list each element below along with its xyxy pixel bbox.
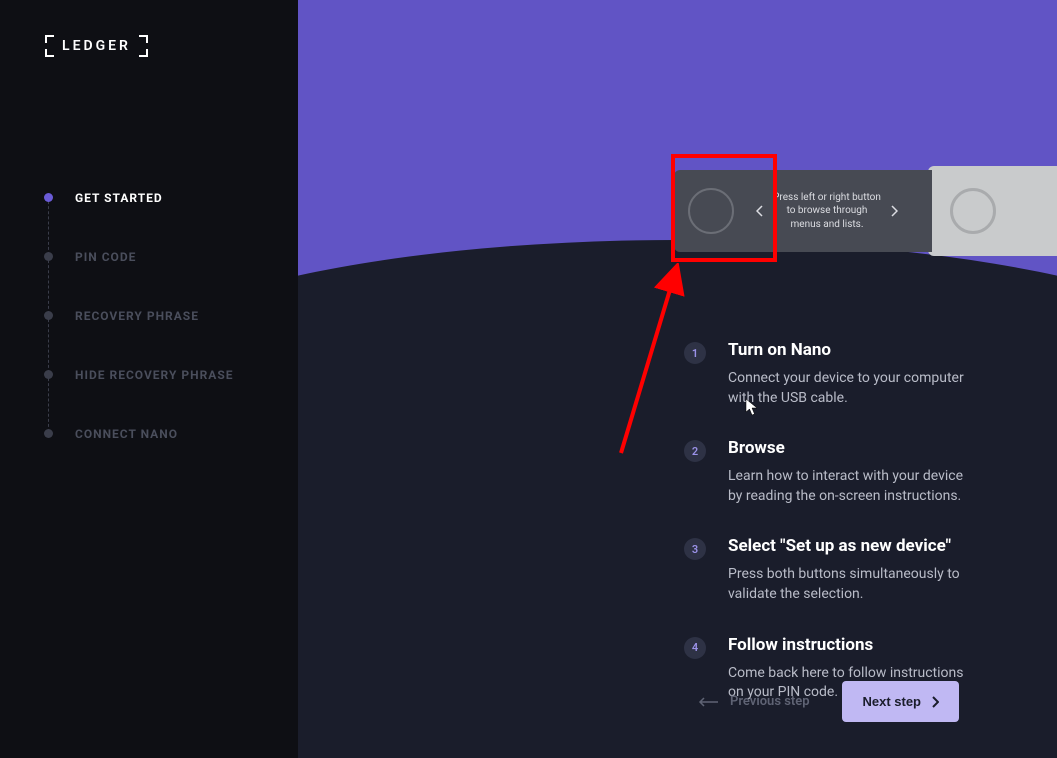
sidebar-item-pin-code[interactable]: PIN CODE [44,227,298,286]
step-number-badge: 1 [684,342,706,364]
step-label: GET STARTED [75,191,163,205]
step-number-badge: 4 [684,637,706,659]
step-content: Select "Set up as new device" Press both… [728,536,977,604]
step-dot-icon [44,370,53,379]
nav-steps: GET STARTED PIN CODE RECOVERY PHRASE HID… [44,168,298,463]
device-body-dark: Press left or right button to browse thr… [674,170,932,252]
footer-nav: Previous step Next step [698,681,959,722]
device-screen-text: Press left or right button to browse thr… [772,191,882,232]
step-content: Browse Learn how to interact with your d… [728,438,977,506]
sidebar-item-connect-nano[interactable]: CONNECT NANO [44,404,298,463]
sidebar-item-get-started[interactable]: GET STARTED [44,168,298,227]
step-label: HIDE RECOVERY PHRASE [75,368,233,382]
sidebar-item-recovery-phrase[interactable]: RECOVERY PHRASE [44,286,298,345]
next-step-button[interactable]: Next step [842,681,959,722]
sidebar: LEDGER GET STARTED PIN CODE RECOVERY PHR… [0,0,298,758]
previous-step-button[interactable]: Previous step [698,694,810,709]
step-title: Turn on Nano [728,340,977,360]
instruction-step: 3 Select "Set up as new device" Press bo… [684,536,977,604]
step-title: Select "Set up as new device" [728,536,977,556]
step-dot-icon [44,252,53,261]
chevron-right-icon [890,205,898,217]
step-dot-icon [44,311,53,320]
device-screen: Press left or right button to browse thr… [734,191,920,232]
logo-bracket-left-icon [44,34,56,58]
step-description: Connect your device to your computer wit… [728,369,977,408]
step-title: Browse [728,438,977,458]
step-number-badge: 2 [684,440,706,462]
logo: LEDGER [44,34,298,58]
step-number-badge: 3 [684,538,706,560]
next-step-label: Next step [862,694,921,709]
logo-bracket-right-icon [137,34,149,58]
main-content: Press left or right button to browse thr… [298,0,1057,758]
device-body-light [928,166,1057,256]
banner [298,0,1057,320]
arrow-left-icon [698,697,718,707]
instructions-list: 1 Turn on Nano Connect your device to yo… [684,340,977,733]
step-label: CONNECT NANO [75,427,178,441]
instruction-step: 2 Browse Learn how to interact with your… [684,438,977,506]
sidebar-item-hide-recovery-phrase[interactable]: HIDE RECOVERY PHRASE [44,345,298,404]
step-description: Learn how to interact with your device b… [728,467,977,506]
device-left-button-icon [688,188,734,234]
previous-step-label: Previous step [730,694,810,709]
chevron-right-icon [931,696,939,708]
step-title: Follow instructions [728,635,977,655]
step-dot-icon [44,429,53,438]
step-label: PIN CODE [75,250,136,264]
step-content: Turn on Nano Connect your device to your… [728,340,977,408]
chevron-left-icon [756,205,764,217]
device-swivel-icon [950,188,996,234]
step-dot-icon [44,193,53,202]
step-label: RECOVERY PHRASE [75,309,199,323]
device-illustration: Press left or right button to browse thr… [674,166,1057,256]
step-description: Press both buttons simultaneously to val… [728,565,977,604]
logo-text: LEDGER [62,38,131,54]
instruction-step: 1 Turn on Nano Connect your device to yo… [684,340,977,408]
